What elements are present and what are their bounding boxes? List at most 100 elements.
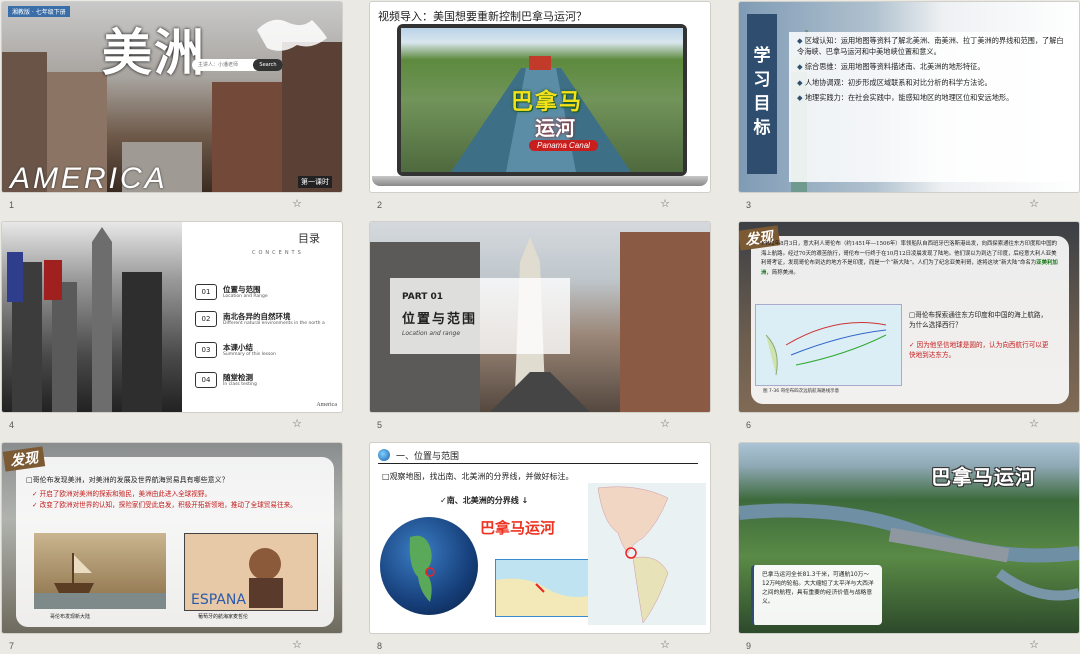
slide-number: 4	[9, 420, 15, 430]
video-screen: 巴拿马 运河 Panama Canal	[401, 28, 683, 172]
map-caption: 图 7-36 哥伦布四次远航航海路线示意	[763, 389, 840, 394]
slide-meta-4: 4 ☆	[2, 415, 342, 433]
objective-head: 人地协调观：	[804, 77, 848, 87]
diamond-icon: ◆	[797, 62, 805, 71]
slide-sorter-grid: 湘教版 · 七年级下册 美洲 主讲人：小潘老师 Search AMERICA 第…	[0, 0, 1080, 651]
answer-text: 改变了欧洲对世界的认知，探险家们受此启发，积极开拓新领地，推动了全球贸易往来。	[39, 501, 297, 509]
ship-illustration	[34, 553, 166, 609]
laptop-base	[372, 176, 708, 186]
objective-head: 地理实践力：	[804, 93, 848, 102]
slide-number: 7	[9, 641, 15, 651]
objective-item: ◆ 地理实践力：在社会实践中，能感知地区的地理区位和安远地形。	[797, 93, 1068, 104]
star-icon[interactable]: ☆	[1029, 197, 1039, 210]
presenter-label: 主讲人：小潘老师	[198, 62, 239, 68]
border-label-text: 南、北美洲的分界线	[446, 496, 519, 505]
toc-entry[interactable]: 03 本课小结 Summary of this lesson	[195, 342, 340, 362]
stamp-text: ESPANA	[191, 592, 246, 608]
section-subtitle: Location and range	[402, 330, 461, 337]
slide-number: 1	[9, 200, 15, 210]
checkbox-icon: □	[382, 472, 390, 481]
continents-illustration	[409, 535, 435, 602]
americas-map	[588, 483, 706, 625]
toc-number: 04	[195, 372, 217, 388]
section-title: 一、位置与范围	[396, 452, 460, 462]
answers: ✓ 开启了欧洲对美洲的探索和殖民，美洲由此进入全球视野。 ✓ 改变了欧洲对世界的…	[32, 489, 322, 511]
section-header: 一、位置与范围	[378, 449, 698, 464]
city-photo	[2, 222, 182, 412]
note-text: 巴拿马运河全长81.3千米，可通航10万～12万吨的轮船。大大缩短了太平洋与大西…	[762, 572, 874, 605]
slide-number: 5	[377, 420, 383, 430]
building	[212, 82, 282, 192]
answer: ✓ 因为他坚信地球是圆的，认为向西航行可以更快地到达东方。	[909, 340, 1049, 360]
magellan-stamp: ESPANA	[184, 533, 318, 611]
star-icon[interactable]: ☆	[1029, 638, 1039, 651]
slide-meta-5: 5 ☆	[370, 415, 710, 433]
objective-item: ◆ 综合思维：运用地图等资料描述南、北美洲的地形特征。	[797, 62, 1068, 73]
slide-thumbnail-3[interactable]: 学习目标 ◆ 区域认知：运用地图等资料了解北美洲、南美洲、拉丁美洲的界线和范围，…	[739, 2, 1079, 192]
slide-meta-1: 1 ☆	[2, 195, 342, 213]
slide-thumbnail-7[interactable]: 发现 □哥伦布发现美洲，对美洲的发展及世界航海贸易具有哪些意义？ ✓ 开启了欧洲…	[2, 443, 342, 633]
contents-label: CONCENTS	[252, 250, 304, 256]
star-icon[interactable]: ☆	[292, 638, 302, 651]
slide-number: 3	[746, 200, 752, 210]
star-icon[interactable]: ☆	[660, 197, 670, 210]
toc-entry[interactable]: 02 南北各异的自然环境 Different natural environme…	[195, 311, 340, 331]
slide-meta-9: 9 ☆	[739, 636, 1079, 654]
slide-meta-3: 3 ☆	[739, 195, 1079, 213]
objective-head: 区域认知：	[804, 36, 841, 45]
building	[282, 42, 342, 192]
answer-text: 因为他坚信地球是圆的，认为向西航行可以更快地到达东方。	[909, 341, 1049, 359]
slide-thumbnail-2[interactable]: 视频导入：美国想要重新控制巴拿马运河？ 巴拿马 运河 Panama Canal	[370, 2, 710, 192]
checkbox-icon: □	[26, 476, 33, 484]
voyage-map	[755, 304, 902, 386]
toc-subtitle: In class testing	[223, 382, 257, 387]
slide-thumbnail-4[interactable]: 目录 CONCENTS 01 位置与范围 Location and Range …	[2, 222, 342, 412]
portrait-illustration: ESPANA	[191, 548, 283, 608]
canal-title-line2: 运河	[535, 116, 575, 140]
star-icon[interactable]: ☆	[660, 417, 670, 430]
objectives-label: 学习目标	[753, 46, 771, 138]
task: □观察地图，找出南、北美洲的分界线，并做好标注。	[382, 471, 574, 482]
slide-title: 巴拿马运河	[931, 465, 1036, 489]
part-label: PART 01	[402, 292, 444, 302]
search-button: Search	[253, 59, 283, 71]
objective-text: 初步形成区域联系和对比分析的科学方法论。	[847, 77, 992, 87]
arrow-down-icon: ↓	[518, 496, 529, 505]
slide-number: 9	[746, 641, 752, 651]
slide-number: 2	[377, 200, 383, 210]
star-icon[interactable]: ☆	[1029, 417, 1039, 430]
diamond-icon: ◆	[797, 93, 805, 102]
lesson-tag: 第一课时	[298, 176, 332, 188]
slide-title-english: AMERICA	[10, 162, 168, 192]
image-caption: 葡萄牙的航海家麦哲伦	[198, 614, 249, 620]
slide-thumbnail-1[interactable]: 湘教版 · 七年级下册 美洲 主讲人：小潘老师 Search AMERICA 第…	[2, 2, 342, 192]
toc-entry[interactable]: 01 位置与范围 Location and Range	[195, 284, 340, 304]
slide-thumbnail-6[interactable]: 发现 1492年8月3日，意大利人哥伦布（约1451年—1506年）率领船队自西…	[739, 222, 1079, 412]
history-paragraph: 1492年8月3日，意大利人哥伦布（约1451年—1506年）率领船队自西班牙巴…	[761, 240, 1061, 278]
star-icon[interactable]: ☆	[660, 638, 670, 651]
toc-subtitle: Summary of this lesson	[223, 352, 276, 357]
slide-thumbnail-8[interactable]: 一、位置与范围 □观察地图，找出南、北美洲的分界线，并做好标注。 ✓南、北美洲的…	[370, 443, 710, 633]
objectives-list: ◆ 区域认知：运用地图等资料了解北美洲、南美洲、拉丁美洲的界线和范围，了解白令海…	[789, 32, 1074, 182]
section-card: PART 01 位置与范围 Location and range	[390, 278, 570, 354]
star-icon[interactable]: ☆	[292, 417, 302, 430]
diamond-icon: ◆	[797, 77, 805, 87]
star-icon[interactable]: ☆	[292, 197, 302, 210]
check-icon: ✓	[440, 496, 447, 505]
series-tag: 湘教版 · 七年级下册	[8, 6, 70, 17]
slide-title: 视频导入：美国想要重新控制巴拿马运河？	[378, 10, 587, 23]
slide-thumbnail-9[interactable]: 巴拿马运河 巴拿马运河全长81.3千米，可通航10万～12万吨的轮船。大大缩短了…	[739, 443, 1079, 633]
toc-number: 02	[195, 311, 217, 327]
objective-item: ◆ 区域认知：运用地图等资料了解北美洲、南美洲、拉丁美洲的界线和范围，了解白令海…	[797, 36, 1068, 57]
diamond-icon: ◆	[797, 36, 805, 45]
canal-map-label: 巴拿马运河	[480, 519, 556, 537]
columbus-painting	[34, 533, 166, 609]
earth-globe	[380, 517, 478, 615]
globe-icon	[378, 449, 390, 461]
question-text: 哥伦布探索通往东方印度和中国的海上航路，为什么选择西行？	[909, 311, 1048, 329]
slide-thumbnail-5[interactable]: PART 01 位置与范围 Location and range	[370, 222, 710, 412]
check-icon: ✓	[32, 501, 40, 509]
slide-meta-2: 2 ☆	[370, 195, 710, 213]
toc-entry[interactable]: 04 随堂检测 In class testing	[195, 372, 340, 392]
toc-number: 01	[195, 284, 217, 300]
